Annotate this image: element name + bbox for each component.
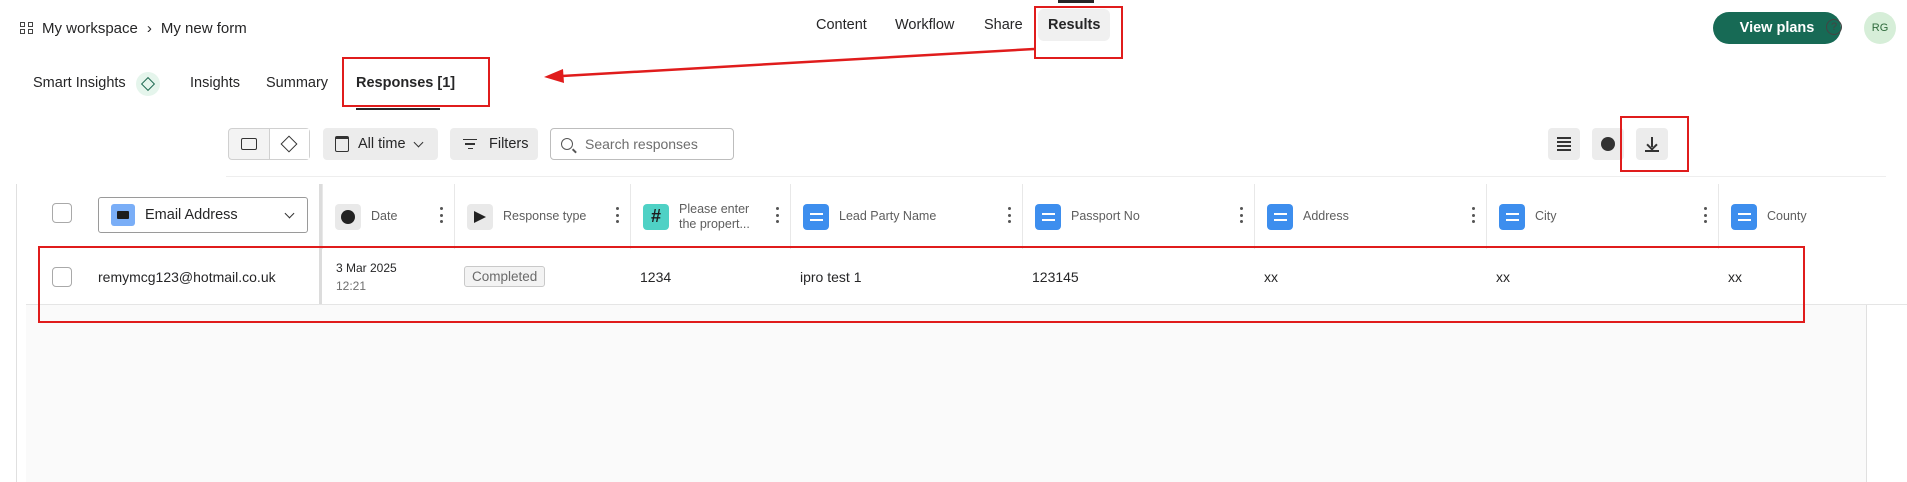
annotation-arrow	[544, 47, 1035, 83]
